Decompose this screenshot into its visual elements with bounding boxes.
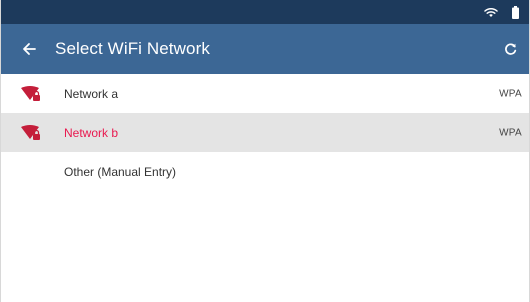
wifi-locked-signal-icon — [20, 124, 42, 142]
wifi-select-screen: Select WiFi Network Network a WPA Networ… — [0, 0, 530, 302]
back-button[interactable] — [19, 39, 39, 59]
status-bar — [1, 0, 529, 24]
network-row-a[interactable]: Network a WPA — [1, 74, 529, 113]
wifi-icon — [484, 7, 498, 18]
network-security: WPA — [499, 88, 522, 99]
page-title: Select WiFi Network — [55, 39, 210, 58]
app-bar: Select WiFi Network — [1, 24, 529, 74]
refresh-button[interactable] — [500, 39, 520, 59]
network-name: Network b — [64, 125, 119, 140]
network-list: Network a WPA Network b WPA Other (Manua… — [1, 74, 529, 191]
manual-entry-row[interactable]: Other (Manual Entry) — [1, 152, 529, 191]
network-row-b[interactable]: Network b WPA — [1, 113, 529, 152]
network-name: Network a — [64, 86, 119, 101]
manual-entry-label: Other (Manual Entry) — [64, 164, 177, 179]
network-security: WPA — [499, 127, 522, 138]
battery-icon — [512, 5, 519, 19]
arrow-left-icon — [23, 43, 36, 55]
refresh-icon — [504, 43, 516, 55]
wifi-locked-signal-icon — [20, 85, 42, 103]
